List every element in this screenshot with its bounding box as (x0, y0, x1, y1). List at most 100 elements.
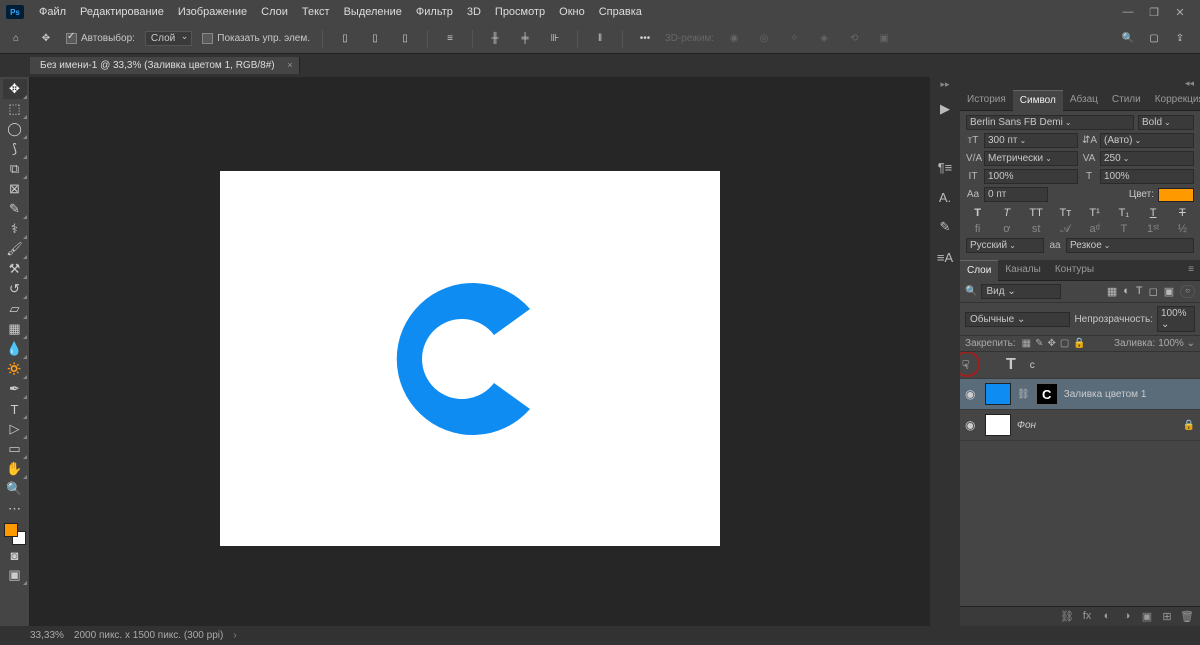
blend-mode-dropdown[interactable]: Обычные ⌄ (965, 312, 1070, 327)
font-style-dropdown[interactable]: Bold (1138, 115, 1194, 130)
visibility-toggle[interactable]: ◉ (965, 418, 979, 432)
menu-layer[interactable]: Слои (254, 6, 295, 18)
antialias-dropdown[interactable]: Резкое (1066, 238, 1194, 253)
quick-select-tool[interactable]: ⟆ (3, 139, 27, 159)
doc-info[interactable]: 2000 пикс. x 1500 пикс. (300 ppi) (74, 630, 223, 641)
layer-name[interactable]: Фон (1017, 420, 1036, 431)
distribute-vc-icon[interactable]: ⊪ (545, 29, 565, 49)
distribute-space-icon[interactable]: ‖ (590, 29, 610, 49)
subscript-btn[interactable]: T₁ (1112, 207, 1135, 219)
menu-edit[interactable]: Редактирование (73, 6, 171, 18)
filter-pixel-icon[interactable]: ▦ (1107, 285, 1117, 298)
underline-btn[interactable]: T (1142, 207, 1165, 219)
panel-tab-channels[interactable]: Каналы (998, 260, 1048, 280)
collapse-strip-icon[interactable]: ▸▸ (940, 79, 949, 90)
layer-mask-thumb[interactable]: C (1036, 383, 1058, 405)
type-tool[interactable]: T (3, 399, 27, 419)
lock-position-icon[interactable]: ✥ (1048, 338, 1056, 349)
quick-mask-icon[interactable]: ◙ (3, 545, 27, 565)
vscale-field[interactable]: 100% (984, 169, 1078, 184)
filter-smart-icon[interactable]: ▣ (1164, 285, 1174, 298)
minimize-icon[interactable]: — (1118, 6, 1138, 19)
new-fill-adjust-icon[interactable]: ◑ (1120, 610, 1134, 623)
layer-name[interactable]: Заливка цветом 1 (1064, 389, 1147, 400)
align-left-icon[interactable]: ▯ (335, 29, 355, 49)
visibility-toggle[interactable]: ◉ (965, 387, 979, 401)
layer-thumb[interactable] (985, 383, 1011, 405)
delete-layer-icon[interactable]: 🗑 (1180, 610, 1194, 623)
lock-all-icon[interactable]: 🔒 (1073, 338, 1085, 349)
opacity-field[interactable]: 100% ⌄ (1157, 306, 1195, 332)
menu-file[interactable]: Файл (32, 6, 73, 18)
smallcaps-btn[interactable]: Tᴛ (1054, 207, 1077, 219)
baseline-field[interactable]: 0 пт (984, 187, 1048, 202)
eyedropper-tool[interactable]: ✎ (3, 199, 27, 219)
maximize-icon[interactable]: ❐ (1144, 6, 1164, 19)
filter-shape-icon[interactable]: ◻ (1149, 285, 1158, 298)
swash-btn[interactable]: st (1025, 223, 1048, 236)
ordinals-btn[interactable]: aᵈ (1083, 223, 1106, 236)
lock-pixels-icon[interactable]: ✎ (1035, 338, 1043, 349)
lock-transparent-icon[interactable]: ▦ (1022, 338, 1031, 349)
workspace-icon[interactable]: ▢ (1144, 29, 1164, 49)
lasso-tool[interactable]: ◯ (3, 119, 27, 139)
canvas[interactable] (220, 171, 720, 546)
font-size-field[interactable]: 300 пт (984, 133, 1078, 148)
stamp-tool[interactable]: ⚒ (3, 259, 27, 279)
add-mask-icon[interactable]: ◐ (1100, 610, 1114, 623)
brushes-icon[interactable]: ✎ (934, 216, 956, 238)
panel-tab-history[interactable]: История (960, 90, 1013, 110)
panel-tab-styles[interactable]: Стили (1105, 90, 1148, 110)
distribute-v-icon[interactable]: ╪ (515, 29, 535, 49)
zoom-tool[interactable]: 🔍 (3, 479, 27, 499)
move-tool-icon[interactable]: ✥ (36, 29, 56, 49)
frame-tool[interactable]: ⊠ (3, 179, 27, 199)
kerning-field[interactable]: Метрически (984, 151, 1078, 166)
show-controls-checkbox[interactable] (202, 33, 213, 44)
italic-btn[interactable]: T (995, 207, 1018, 219)
strikethrough-btn[interactable]: T (1171, 207, 1194, 219)
bold-btn[interactable]: T (966, 207, 989, 219)
layer-row-fill[interactable]: ◉ ⛓ C Заливка цветом 1 (960, 379, 1200, 410)
language-dropdown[interactable]: Русский (966, 238, 1044, 253)
allcaps-btn[interactable]: TT (1025, 207, 1048, 219)
half-btn[interactable]: ½ (1171, 223, 1194, 236)
panel-tab-paths[interactable]: Контуры (1048, 260, 1101, 280)
ligatures-btn[interactable]: fi (966, 223, 989, 236)
eraser-tool[interactable]: ▱ (3, 299, 27, 319)
canvas-area[interactable] (30, 77, 930, 626)
healing-tool[interactable]: ⚕ (3, 219, 27, 239)
close-icon[interactable]: ✕ (1170, 6, 1190, 19)
layer-row-text[interactable]: ◉ T c ☟ (960, 352, 1200, 379)
tracking-field[interactable]: 250 (1100, 151, 1194, 166)
kind-filter-dropdown[interactable]: Вид ⌄ (981, 284, 1061, 299)
lock-artboard-icon[interactable]: ▢ (1060, 338, 1069, 349)
share-icon[interactable]: ⇪ (1170, 29, 1190, 49)
menu-3d[interactable]: 3D (460, 6, 488, 18)
titling-btn[interactable]: 𝒜 (1054, 223, 1077, 236)
menu-window[interactable]: Окно (552, 6, 592, 18)
panel-tab-adjustments[interactable]: Коррекция (1148, 90, 1200, 110)
color-swatch[interactable] (4, 523, 26, 545)
distribute-h-icon[interactable]: ╫ (485, 29, 505, 49)
menu-filter[interactable]: Фильтр (409, 6, 460, 18)
play-icon[interactable]: ▶ (934, 98, 956, 120)
link-mask-icon[interactable]: ⛓ (1017, 389, 1030, 400)
layer-thumb[interactable] (985, 414, 1011, 436)
menu-select[interactable]: Выделение (337, 6, 409, 18)
align-right-icon[interactable]: ▯ (395, 29, 415, 49)
home-icon[interactable]: ⌂ (6, 29, 26, 49)
marquee-tool[interactable]: ⬚ (3, 99, 27, 119)
pen-tool[interactable]: ✒ (3, 379, 27, 399)
document-tab[interactable]: Без имени-1 @ 33,3% (Заливка цветом 1, R… (30, 57, 300, 74)
align-top-icon[interactable]: ≡ (440, 29, 460, 49)
layer-row-bg[interactable]: ◉ Фон 🔒 (960, 410, 1200, 441)
contextual-btn[interactable]: ơ (995, 223, 1018, 236)
close-tab-icon[interactable]: × (287, 60, 292, 70)
leading-field[interactable]: (Авто) (1100, 133, 1194, 148)
menu-type[interactable]: Текст (295, 6, 337, 18)
shape-tool[interactable]: ▭ (3, 439, 27, 459)
history-brush-tool[interactable]: ↺ (3, 279, 27, 299)
layer-name[interactable]: c (1030, 360, 1035, 371)
filter-adjust-icon[interactable]: ◐ (1123, 285, 1130, 298)
